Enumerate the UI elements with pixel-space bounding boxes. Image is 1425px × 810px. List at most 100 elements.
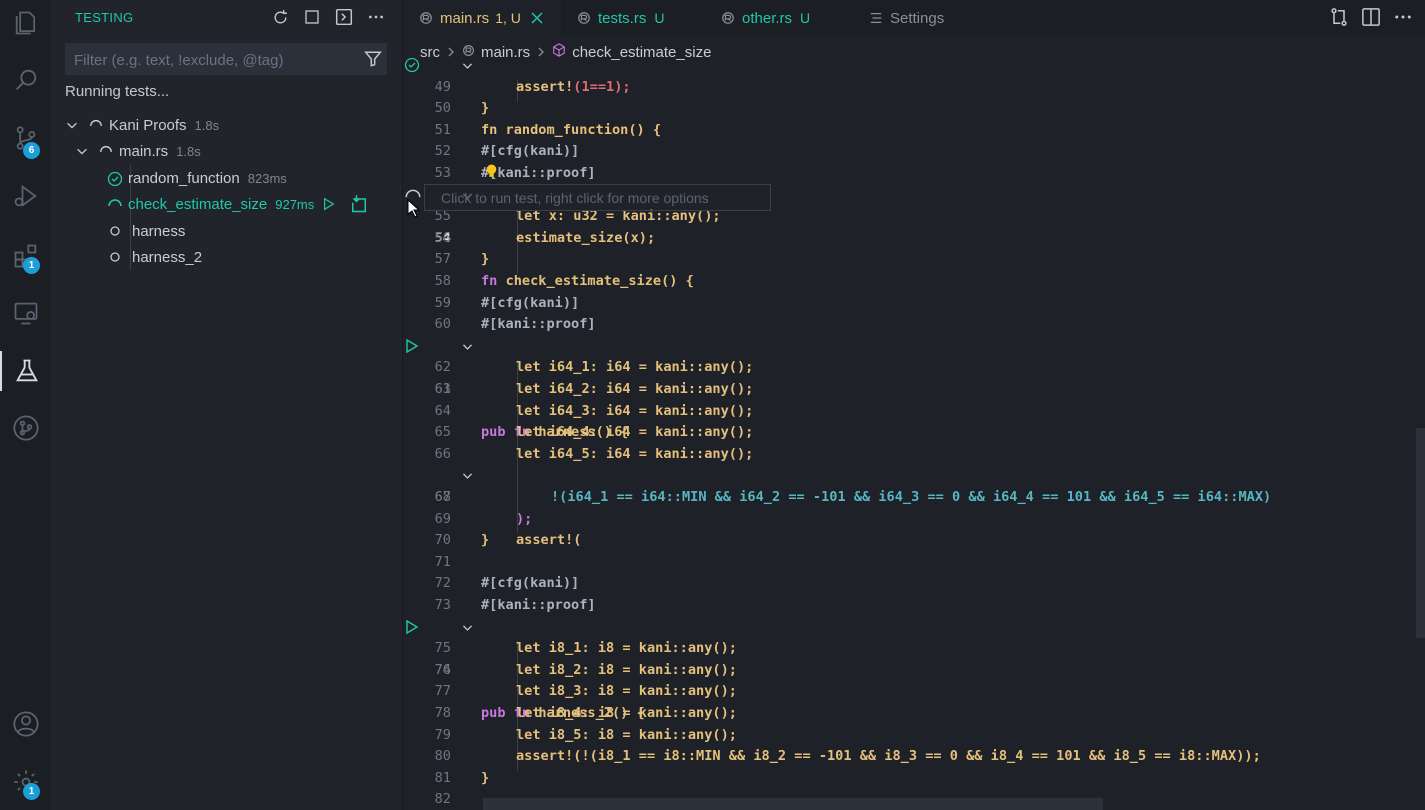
search-icon[interactable]: [0, 60, 51, 100]
rust-file-icon: [721, 11, 735, 25]
code-line: 61 pub fn harness() {: [403, 336, 1425, 440]
account-icon[interactable]: [0, 704, 51, 744]
tree-label: check_estimate_size: [128, 195, 268, 213]
code-line: 78 let i8_4: i8 = kani::any();: [434, 705, 737, 721]
running-spinner-icon: [89, 118, 103, 132]
code-line: 60 #[kani::proof]: [434, 316, 596, 333]
show-output-icon[interactable]: [334, 7, 354, 27]
code-line: 65 let i64_4: i64 = kani::any();: [434, 424, 754, 441]
filter-icon[interactable]: [364, 50, 382, 73]
run-test-hover-hint: Click to run test, right click for more …: [424, 184, 771, 211]
testing-icon[interactable]: [0, 351, 51, 391]
tab-settings[interactable]: Settings: [869, 0, 944, 36]
tab-label: other.rs: [742, 9, 793, 27]
filter-input[interactable]: [66, 44, 366, 76]
tab-status: U: [800, 10, 811, 26]
tree-label: harness_2: [132, 248, 203, 266]
tree-item-main-rs[interactable]: main.rs 1.8s: [75, 139, 201, 163]
tree-item-random-function[interactable]: random_function 823ms: [107, 166, 287, 190]
tree-label: main.rs: [119, 142, 169, 160]
code-line: 76 let i8_2: i8 = kani::any();: [434, 661, 737, 678]
queued-circle-icon: [109, 224, 123, 238]
code-line: 67 assert!(: [403, 465, 1425, 548]
code-line: 51: [434, 121, 451, 138]
code-line: 57}: [434, 251, 490, 268]
tree-duration: 1.8s: [194, 117, 220, 133]
code-line: 71: [434, 553, 451, 570]
editor-more-icon[interactable]: [1393, 7, 1413, 32]
source-control-badge: 6: [23, 142, 40, 159]
code-line: fn random_function() {: [403, 58, 1425, 138]
running-spinner-icon: [99, 144, 113, 158]
explorer-icon[interactable]: [0, 3, 51, 43]
code-line: 66 let i64_5: i64 = kani::any();: [434, 445, 754, 462]
code-line: 72 #[cfg(kani)]: [434, 575, 580, 592]
tab-tests-rs[interactable]: tests.rs U: [577, 0, 664, 36]
code-line: 69);: [434, 510, 533, 527]
code-line: 50}: [434, 100, 490, 117]
tree-item-harness-2[interactable]: harness_2: [109, 245, 202, 269]
tab-status: 1, U: [495, 10, 521, 26]
test-status: Running tests...: [65, 83, 170, 100]
tree-item-kani-proofs[interactable]: Kani Proofs 1.8s: [65, 113, 219, 137]
git-graph-icon[interactable]: [0, 408, 51, 448]
tree-item-check-estimate-size[interactable]: check_estimate_size 927ms: [107, 192, 369, 216]
code-line: 62 let i64_1: i64 = kani::any();: [434, 359, 754, 376]
split-editor-icon[interactable]: [1361, 7, 1381, 32]
passed-check-icon: [107, 171, 123, 187]
settings-list-icon: [869, 11, 883, 25]
close-icon[interactable]: [531, 12, 543, 24]
tab-label: Settings: [890, 9, 945, 27]
testing-sidebar: TESTING Running tests... Kani Proofs 1.8…: [51, 0, 403, 810]
run-debug-icon[interactable]: [0, 176, 51, 216]
mouse-cursor-icon: [407, 198, 421, 224]
code-line: 68 !(i64_1 == i64::MIN && i64_2 == -101 &…: [434, 489, 1272, 505]
tree-duration: 927ms: [275, 196, 315, 212]
compare-changes-icon[interactable]: [1329, 7, 1349, 32]
refresh-icon[interactable]: [270, 7, 290, 27]
tree-label: random_function: [128, 169, 240, 187]
tab-label: main.rs: [440, 9, 490, 27]
chevron-down-icon[interactable]: [75, 144, 91, 158]
chevron-down-icon[interactable]: [65, 118, 81, 132]
more-actions-icon[interactable]: [366, 7, 386, 27]
tree-label: Kani Proofs: [109, 116, 187, 134]
editor-tabs: main.rs 1, U tests.rs U other.rs U Setti…: [403, 0, 1425, 36]
code-line: 56 estimate_size(x);: [434, 229, 656, 246]
tree-duration: 823ms: [247, 170, 287, 186]
tab-status: U: [654, 10, 665, 26]
code-line: 80 assert!(!(i8_1 == i8::MIN && i8_2 == -…: [434, 748, 1261, 765]
code-line: 49 assert!(1==1);: [434, 78, 631, 95]
horizontal-scrollbar[interactable]: [483, 798, 1103, 810]
extensions-badge: 1: [23, 257, 40, 274]
code-line: 77 let i8_3: i8 = kani::any();: [434, 683, 737, 700]
remote-explorer-icon[interactable]: [0, 293, 51, 333]
code-line: 73 #[kani::proof]: [434, 597, 596, 613]
rust-file-icon: [577, 11, 591, 25]
running-spinner-icon: [107, 197, 122, 211]
sidebar-title: TESTING: [75, 10, 134, 25]
rust-file-icon: [419, 11, 433, 25]
code-editor[interactable]: fn random_function() { 49 assert!(1==1); …: [403, 58, 1425, 810]
code-line: 58: [434, 273, 451, 289]
filter-box: [65, 43, 387, 76]
stop-icon[interactable]: [302, 7, 322, 27]
queued-circle-icon: [109, 250, 123, 264]
code-line: 75 let i8_1: i8 = kani::any();: [434, 640, 737, 657]
code-line: 59 #[cfg(kani)]: [434, 294, 580, 311]
code-line: 52 #[cfg(kani)]: [434, 143, 580, 160]
go-to-test-icon[interactable]: [349, 194, 369, 214]
tree-duration: 1.8s: [176, 143, 201, 159]
tree-label: harness: [132, 222, 186, 240]
tab-label: tests.rs: [598, 9, 647, 27]
code-line: 79 let i8_5: i8 = kani::any();: [434, 726, 737, 743]
tree-item-harness[interactable]: harness: [109, 219, 185, 243]
activity-bar: 6 1 1: [0, 0, 52, 810]
tab-main-rs[interactable]: main.rs 1, U: [403, 0, 561, 36]
code-line: 63 let i64_2: i64 = kani::any();: [434, 381, 754, 397]
run-test-icon[interactable]: [322, 197, 336, 211]
code-line: 53 #[kani::proof]: [403, 163, 1425, 185]
tab-other-rs[interactable]: other.rs U: [721, 0, 810, 36]
code-line: 70}: [434, 532, 490, 549]
vertical-scrollbar[interactable]: [1416, 428, 1425, 638]
